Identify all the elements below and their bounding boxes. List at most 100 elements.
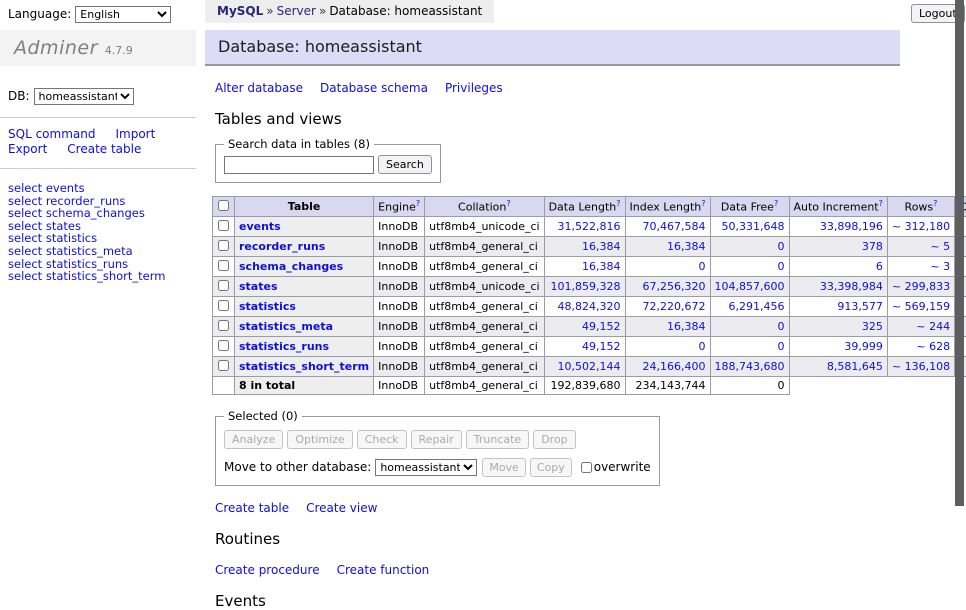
index-length-link[interactable]: 16,384 [667,320,706,333]
db-select[interactable]: homeassistant [34,88,134,105]
auto-increment-link[interactable]: 39,999 [844,340,883,353]
index-length-link[interactable]: 70,467,584 [643,220,706,233]
data-free-link[interactable]: 188,743,680 [715,360,785,373]
row-checkbox[interactable] [218,260,229,271]
data-free-link[interactable]: 50,331,648 [722,220,785,233]
row-checkbox-cell [213,237,235,257]
help-icon[interactable]: ? [879,199,883,208]
export-link[interactable]: Export [8,142,47,156]
row-checkbox-cell [213,277,235,297]
auto-increment-cell: 33,898,196 [789,217,887,237]
language-select[interactable]: English [75,6,171,23]
auto-increment-link[interactable]: 8,581,645 [827,360,883,373]
data-length-cell: 10,502,144 [544,357,625,377]
check-button[interactable]: Check [357,430,407,449]
create-table-link-main[interactable]: Create table [215,501,289,515]
row-checkbox[interactable] [218,320,229,331]
row-checkbox[interactable] [218,300,229,311]
table-name-link[interactable]: states [239,280,278,293]
data-length-link[interactable]: 31,522,816 [558,220,621,233]
auto-increment-link[interactable]: 378 [862,240,883,253]
rows-count-link[interactable]: ~ 5 [930,240,950,253]
rows-count-link[interactable]: ~ 569,159 [892,300,950,313]
repair-button[interactable]: Repair [411,430,462,449]
selected-actions: AnalyzeOptimize CheckRepairTruncateDrop [224,430,651,449]
table-name-link[interactable]: statistics_short_term [239,360,369,373]
table-name-link[interactable]: statistics_meta [239,320,333,333]
help-icon[interactable]: ? [701,199,705,208]
help-icon[interactable]: ? [506,199,510,208]
data-length-link[interactable]: 49,152 [582,340,621,353]
help-icon[interactable]: ? [774,199,778,208]
data-length-link[interactable]: 101,859,328 [551,280,621,293]
data-length-link[interactable]: 16,384 [582,260,621,273]
data-free-link[interactable]: 6,291,456 [729,300,785,313]
row-checkbox[interactable] [218,280,229,291]
import-link[interactable]: Import [115,127,155,141]
create-procedure-link[interactable]: Create procedure [215,563,320,577]
rows-count-cell: ~ 299,833 [887,277,954,297]
data-length-link[interactable]: 49,152 [582,320,621,333]
alter-database-link[interactable]: Alter database [215,81,303,95]
truncate-button[interactable]: Truncate [466,430,529,449]
sql-command-link[interactable]: SQL command [8,127,95,141]
scrollbar-thumb[interactable] [955,0,964,506]
help-icon[interactable]: ? [616,199,620,208]
create-view-link[interactable]: Create view [306,501,377,515]
data-length-link[interactable]: 16,384 [582,240,621,253]
table-name-link[interactable]: schema_changes [239,260,343,273]
rows-count-link[interactable]: ~ 3 [930,260,950,273]
create-function-link[interactable]: Create function [337,563,430,577]
rows-count-link[interactable]: ~ 628 [916,340,950,353]
table-name-link[interactable]: statistics_runs [239,340,329,353]
help-icon[interactable]: ? [933,199,937,208]
table-name-link[interactable]: recorder_runs [239,240,325,253]
sidebar-select-link[interactable]: select [8,269,42,283]
index-length-link[interactable]: 16,384 [667,240,706,253]
rows-count-link[interactable]: ~ 299,833 [892,280,950,293]
data-free-link[interactable]: 0 [778,320,785,333]
auto-increment-link[interactable]: 325 [862,320,883,333]
data-free-link[interactable]: 0 [778,340,785,353]
select-all-checkbox[interactable] [218,200,229,211]
search-button[interactable]: Search [378,155,432,174]
index-length-link[interactable]: 24,166,400 [643,360,706,373]
move-db-select[interactable]: homeassistant [375,459,477,476]
database-schema-link[interactable]: Database schema [320,81,428,95]
move-button[interactable]: Move [482,458,526,477]
index-length-link[interactable]: 0 [699,340,706,353]
index-length-link[interactable]: 67,256,320 [643,280,706,293]
overwrite-checkbox[interactable] [581,462,592,473]
breadcrumb-server-link[interactable]: Server [277,4,316,18]
auto-increment-link[interactable]: 33,398,984 [820,280,883,293]
analyze-button[interactable]: Analyze [224,430,283,449]
search-input[interactable] [224,156,374,174]
data-free-link[interactable]: 0 [778,260,785,273]
index-length-link[interactable]: 72,220,672 [643,300,706,313]
create-table-link[interactable]: Create table [67,142,141,156]
auto-increment-link[interactable]: 33,898,196 [820,220,883,233]
breadcrumb-mysql-link[interactable]: MySQL [217,4,263,18]
data-length-link[interactable]: 10,502,144 [558,360,621,373]
rows-count-link[interactable]: ~ 136,108 [892,360,950,373]
drop-button[interactable]: Drop [533,430,575,449]
copy-button[interactable]: Copy [530,458,572,477]
privileges-link[interactable]: Privileges [445,81,503,95]
auto-increment-link[interactable]: 913,577 [837,300,883,313]
sidebar-table-link[interactable]: statistics_short_term [46,269,166,283]
row-checkbox[interactable] [218,340,229,351]
data-free-link[interactable]: 0 [778,240,785,253]
row-checkbox[interactable] [218,360,229,371]
table-name-link[interactable]: statistics [239,300,296,313]
help-icon[interactable]: ? [416,199,420,208]
data-length-link[interactable]: 48,824,320 [558,300,621,313]
row-checkbox[interactable] [218,220,229,231]
auto-increment-link[interactable]: 6 [876,260,883,273]
table-name-link[interactable]: events [239,220,281,233]
row-checkbox[interactable] [218,240,229,251]
rows-count-link[interactable]: ~ 244 [916,320,950,333]
index-length-link[interactable]: 0 [699,260,706,273]
data-free-link[interactable]: 104,857,600 [715,280,785,293]
rows-count-link[interactable]: ~ 312,180 [892,220,950,233]
optimize-button[interactable]: Optimize [287,430,352,449]
